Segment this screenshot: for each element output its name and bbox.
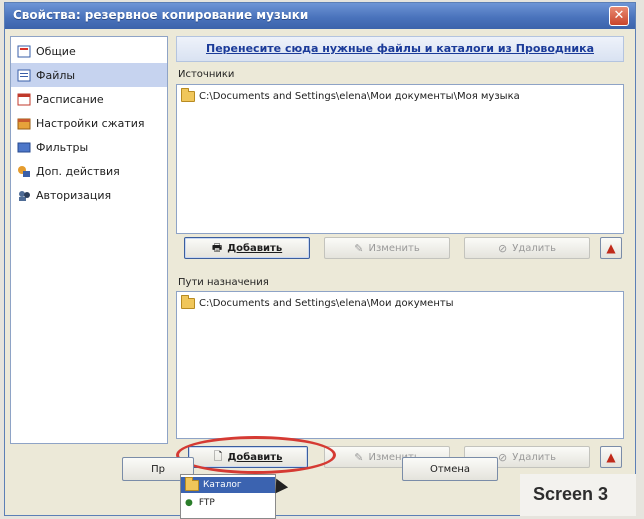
sources-edit-button[interactable]: ✎ Изменить — [324, 237, 450, 259]
sidebar-item-label: Доп. действия — [36, 164, 120, 178]
source-path: C:\Documents and Settings\elena\Мои доку… — [199, 91, 520, 102]
window-title: Свойства: резервное копирование музыки — [13, 8, 309, 22]
sidebar-item-compression[interactable]: Настройки сжатия — [11, 111, 167, 135]
compression-icon — [17, 117, 31, 130]
sidebar-item-label: Файлы — [36, 68, 76, 82]
folder-icon — [181, 88, 195, 102]
destinations-list[interactable]: C:\Documents and Settings\elena\Мои доку… — [176, 291, 624, 439]
settings-sidebar: Общие Файлы Расписание Настройки сжатия … — [10, 36, 168, 444]
folder-icon — [181, 295, 195, 309]
edit-icon: ✎ — [354, 450, 364, 464]
delete-icon: ⊘ — [498, 450, 508, 464]
screen-caption: Screen 3 — [533, 484, 609, 504]
list-item[interactable]: C:\Documents and Settings\elena\Мои доку… — [181, 295, 454, 309]
sidebar-item-label: Авторизация — [36, 188, 112, 202]
add-icon: 🖶 — [211, 240, 223, 254]
highlight-ellipse — [176, 436, 336, 474]
sidebar-item-filters[interactable]: Фильтры — [11, 135, 167, 159]
sidebar-item-authorization[interactable]: Авторизация — [11, 183, 167, 207]
close-button[interactable]: ✕ — [609, 6, 629, 26]
sidebar-item-label: Настройки сжатия — [36, 116, 145, 130]
drag-hint-header: Перенесите сюда нужные файлы и каталоги … — [176, 36, 624, 62]
list-item[interactable]: C:\Documents and Settings\elena\Мои доку… — [181, 88, 520, 102]
arrow-up-icon: ▲ — [606, 450, 616, 464]
menu-item-ftp[interactable]: ● FTP — [181, 495, 275, 511]
cancel-button[interactable]: Отмена — [402, 457, 498, 481]
menu-item-folder[interactable]: Каталог — [181, 476, 275, 493]
files-panel: Перенесите сюда нужные файлы и каталоги … — [176, 36, 624, 468]
sidebar-item-actions[interactable]: Доп. действия — [11, 159, 167, 183]
authorization-icon — [17, 189, 31, 202]
filter-icon — [17, 141, 31, 154]
destinations-move-up-button[interactable]: ▲ — [600, 446, 622, 468]
sources-list[interactable]: C:\Documents and Settings\elena\Мои доку… — [176, 84, 624, 234]
close-icon: ✕ — [613, 8, 625, 23]
folder-icon — [185, 476, 199, 491]
files-icon — [17, 69, 31, 82]
general-icon — [17, 45, 31, 58]
actions-icon — [17, 165, 31, 178]
delete-icon: ⊘ — [498, 241, 508, 255]
destinations-label: Пути назначения — [178, 277, 269, 288]
add-dropdown-menu: Каталог ● FTP — [180, 474, 276, 519]
sources-delete-button[interactable]: ⊘ Удалить — [464, 237, 590, 259]
drag-hint-link[interactable]: Перенесите сюда нужные файлы и каталоги … — [206, 42, 594, 55]
sidebar-item-general[interactable]: Общие — [11, 39, 167, 63]
sidebar-item-schedule[interactable]: Расписание — [11, 87, 167, 111]
sidebar-item-label: Фильтры — [36, 140, 89, 154]
sources-add-button[interactable]: 🖶 Добавить — [184, 237, 310, 259]
sidebar-item-label: Общие — [36, 44, 76, 58]
sources-move-up-button[interactable]: ▲ — [600, 237, 622, 259]
sidebar-item-label: Расписание — [36, 92, 104, 106]
sidebar-item-files[interactable]: Файлы — [11, 63, 167, 87]
ftp-icon: ● — [185, 498, 193, 508]
title-bar: Свойства: резервное копирование музыки ✕ — [5, 3, 635, 29]
arrow-up-icon: ▲ — [606, 241, 616, 255]
destination-path: C:\Documents and Settings\elena\Мои доку… — [199, 298, 454, 309]
schedule-icon — [17, 93, 31, 106]
edit-icon: ✎ — [354, 241, 364, 255]
sources-label: Источники — [178, 69, 235, 80]
